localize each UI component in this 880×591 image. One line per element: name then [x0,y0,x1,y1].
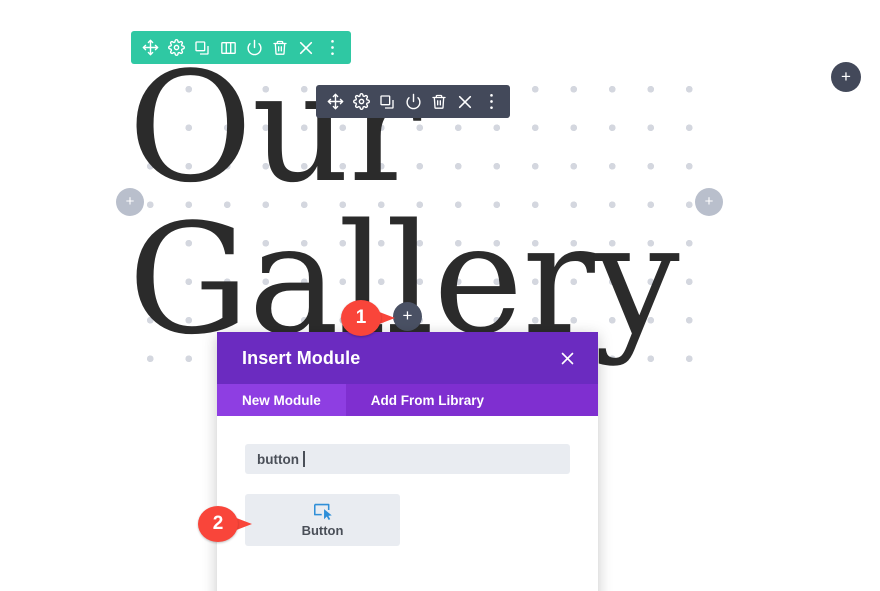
row-settings-toolbar[interactable] [316,85,510,118]
close-icon[interactable] [452,85,478,118]
duplicate-icon[interactable] [189,31,215,64]
tab-new-module[interactable]: New Module [217,384,346,416]
dialog-header: Insert Module [217,332,598,384]
module-card-label: Button [301,522,344,538]
dialog-tabs: New Module Add From Library [217,384,598,416]
close-icon[interactable] [556,347,578,369]
trash-icon[interactable] [267,31,293,64]
gear-icon[interactable] [163,31,189,64]
editor-canvas: Our Gallery + + + + Insert Module New Mo… [0,0,880,591]
module-card-button[interactable]: Button [245,494,400,546]
button-module-icon [313,503,332,520]
move-icon[interactable] [137,31,163,64]
dots-vertical-icon[interactable] [319,31,345,64]
dots-vertical-icon[interactable] [478,85,504,118]
plus-icon: + [841,66,851,86]
gear-icon[interactable] [348,85,374,118]
move-icon[interactable] [322,85,348,118]
tab-add-from-library[interactable]: Add From Library [346,384,509,416]
add-column-right-button[interactable]: + [695,188,723,216]
dialog-title: Insert Module [242,347,361,368]
add-column-left-button[interactable]: + [116,188,144,216]
module-results-grid: Button [245,494,570,546]
plus-icon: + [125,192,135,210]
duplicate-icon[interactable] [374,85,400,118]
trash-icon[interactable] [426,85,452,118]
columns-icon[interactable] [215,31,241,64]
section-settings-toolbar[interactable] [131,31,351,64]
dialog-body: Button [217,416,598,546]
add-section-button[interactable]: + [831,62,861,92]
insert-module-dialog: Insert Module New Module Add From Librar… [217,332,598,591]
search-field-wrapper [245,444,570,474]
text-cursor [303,451,305,467]
power-icon[interactable] [400,85,426,118]
plus-icon: + [402,306,413,325]
power-icon[interactable] [241,31,267,64]
add-module-button[interactable]: + [393,302,422,331]
search-input[interactable] [245,444,570,474]
close-icon[interactable] [293,31,319,64]
plus-icon: + [704,192,714,210]
